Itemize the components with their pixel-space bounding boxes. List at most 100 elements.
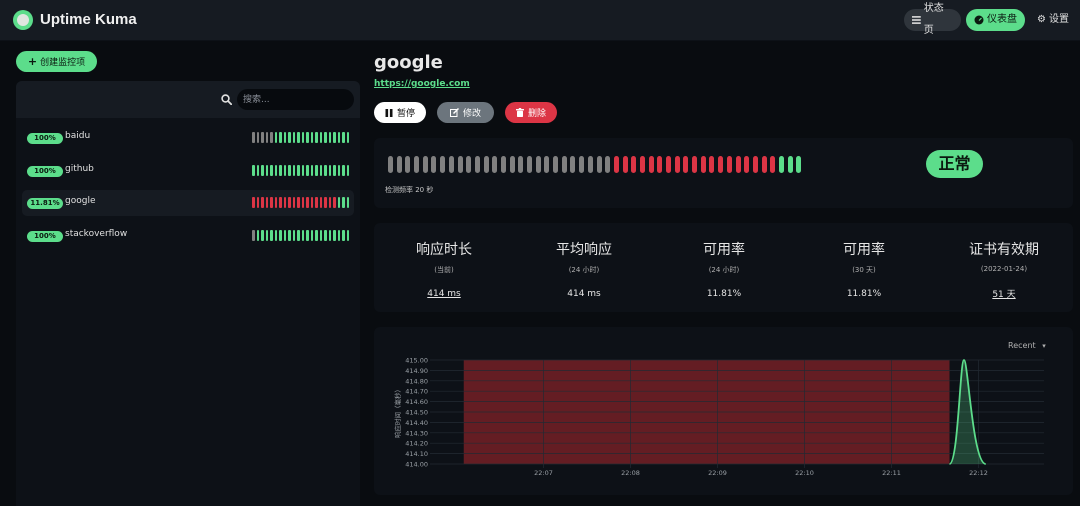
heartbeat-beat[interactable]	[388, 156, 393, 173]
monitor-name: google	[65, 196, 96, 206]
y-tick-label: 414.40	[405, 419, 428, 427]
heartbeat-tick	[315, 132, 318, 143]
trash-icon	[515, 108, 524, 117]
x-tick-label: 22:10	[795, 469, 814, 477]
settings-button[interactable]: ⚙ 设置	[1033, 9, 1077, 31]
uptime-badge: 100%	[27, 230, 63, 242]
heartbeat-beat[interactable]	[666, 156, 671, 173]
heartbeat-beat[interactable]	[570, 156, 576, 173]
heartbeat-tick	[297, 132, 300, 143]
monitor-name: stackoverflow	[65, 228, 128, 239]
heartbeat-beat[interactable]	[709, 156, 715, 173]
monitor-list-item[interactable]: 100% baidu	[22, 125, 354, 151]
heartbeat-beat[interactable]	[448, 156, 454, 173]
heartbeat-beat[interactable]	[639, 156, 645, 173]
heartbeat-beat[interactable]	[683, 156, 689, 173]
dashboard-button[interactable]: 仪表盘	[966, 9, 1025, 31]
stat-item: 证书有效期 (2022-01-24) 51 天	[934, 239, 1074, 300]
heartbeat-beat[interactable]	[474, 156, 480, 173]
heartbeat-tick	[306, 132, 309, 143]
heartbeat-beat[interactable]	[527, 156, 532, 173]
x-tick-label: 22:08	[621, 469, 640, 477]
monitor-url-link[interactable]: https://google.com	[374, 79, 470, 89]
heartbeat-beat[interactable]	[518, 156, 524, 173]
status-page-button[interactable]: 状态页	[904, 3, 961, 36]
heartbeat-beat[interactable]	[509, 156, 515, 173]
plus-icon: +	[27, 55, 38, 68]
heartbeat-beat[interactable]	[500, 156, 506, 173]
pause-label: 暂停	[396, 109, 415, 119]
heartbeat-beat[interactable]	[752, 156, 758, 173]
heartbeat-beat[interactable]	[422, 156, 428, 173]
heartbeat-beat[interactable]	[631, 156, 637, 173]
delete-button[interactable]: 删除	[505, 102, 557, 123]
heartbeat-beat[interactable]	[544, 156, 550, 173]
heartbeat-tick	[333, 197, 336, 208]
monitor-list-item[interactable]: 100% stackoverflow	[22, 223, 354, 249]
heartbeat-beat[interactable]	[622, 156, 628, 173]
heartbeat-beat[interactable]	[718, 156, 724, 173]
heartbeat-beat[interactable]	[405, 156, 411, 173]
stat-value[interactable]: 51 天	[934, 287, 1074, 300]
heartbeat-beat[interactable]	[744, 156, 750, 173]
create-monitor-button[interactable]: + 创建监控项	[16, 51, 97, 72]
heartbeat-beat[interactable]	[657, 156, 663, 173]
stats-card: 响应时长 (当前) 414 ms 平均响应 (24 小时) 414 ms 可用率 (24 小时…	[374, 223, 1073, 312]
heartbeat-beat[interactable]	[561, 156, 567, 173]
heartbeat-beat[interactable]	[579, 156, 585, 173]
heartbeat-beat[interactable]	[414, 156, 420, 173]
heartbeat-beat[interactable]	[440, 156, 446, 173]
stat-title: 证书有效期	[969, 242, 1039, 258]
heartbeat-tick	[256, 229, 259, 241]
uptime-kuma-logo-icon[interactable]	[13, 10, 33, 30]
heartbeat-beat[interactable]	[692, 156, 698, 173]
heartbeat-beat[interactable]	[553, 156, 559, 173]
top-navbar: Uptime Kuma 状态页 仪表盘 ⚙ 设置	[0, 0, 1080, 41]
edit-button[interactable]: 修改	[437, 102, 494, 123]
stat-value: 11.81%	[846, 289, 882, 299]
heartbeat-beat[interactable]	[726, 156, 732, 173]
heartbeat-beat[interactable]	[492, 156, 498, 173]
pause-icon	[385, 108, 393, 117]
heartbeat-beat[interactable]	[761, 156, 767, 173]
edit-label: 修改	[462, 109, 481, 119]
check-interval-text: 检测频率 20 秒	[385, 186, 434, 194]
heartbeat-tick	[342, 197, 345, 208]
heartbeat-beat[interactable]	[787, 156, 793, 173]
monitor-list-item[interactable]: 11.81% google	[22, 190, 354, 216]
heartbeat-beat[interactable]	[648, 156, 654, 173]
heartbeat-tick	[333, 229, 336, 241]
heartbeat-tick	[283, 229, 286, 241]
y-tick-label: 414.60	[405, 398, 428, 406]
heartbeat-tick	[328, 132, 331, 143]
heartbeat-beat[interactable]	[457, 156, 463, 173]
heartbeat-tick	[283, 132, 286, 143]
heartbeat-tick	[301, 197, 304, 208]
heartbeat-tick	[252, 229, 255, 241]
heartbeat-beat[interactable]	[535, 156, 541, 173]
heartbeat-tick	[337, 164, 340, 176]
heartbeat-beat[interactable]	[466, 156, 472, 173]
heartbeat-beat[interactable]	[735, 156, 741, 173]
search-input[interactable]	[237, 89, 354, 110]
heartbeat-beat[interactable]	[431, 156, 437, 173]
heartbeat-beat[interactable]	[778, 156, 784, 173]
monitor-list-item[interactable]: 100% github	[22, 158, 354, 184]
heartbeat-beat[interactable]	[483, 156, 489, 173]
x-tick-label: 22:12	[969, 469, 988, 477]
heartbeat-tick	[252, 132, 255, 143]
stat-subtitle: (30 天)	[852, 266, 876, 274]
app-title[interactable]: Uptime Kuma	[40, 11, 137, 28]
heartbeat-beat[interactable]	[396, 156, 402, 173]
heartbeat-beat[interactable]	[674, 156, 680, 173]
heartbeat-beat[interactable]	[596, 156, 602, 173]
stat-item: 平均响应 (24 小时) 414 ms	[514, 239, 654, 299]
heartbeat-beat[interactable]	[613, 156, 619, 173]
heartbeat-beat[interactable]	[587, 156, 593, 173]
heartbeat-beat[interactable]	[605, 156, 611, 173]
heartbeat-beat[interactable]	[700, 156, 706, 173]
heartbeat-beat[interactable]	[770, 156, 776, 173]
pause-button[interactable]: 暂停	[374, 102, 426, 123]
heartbeat-beat[interactable]	[796, 156, 802, 173]
stat-value[interactable]: 414 ms	[374, 289, 514, 299]
